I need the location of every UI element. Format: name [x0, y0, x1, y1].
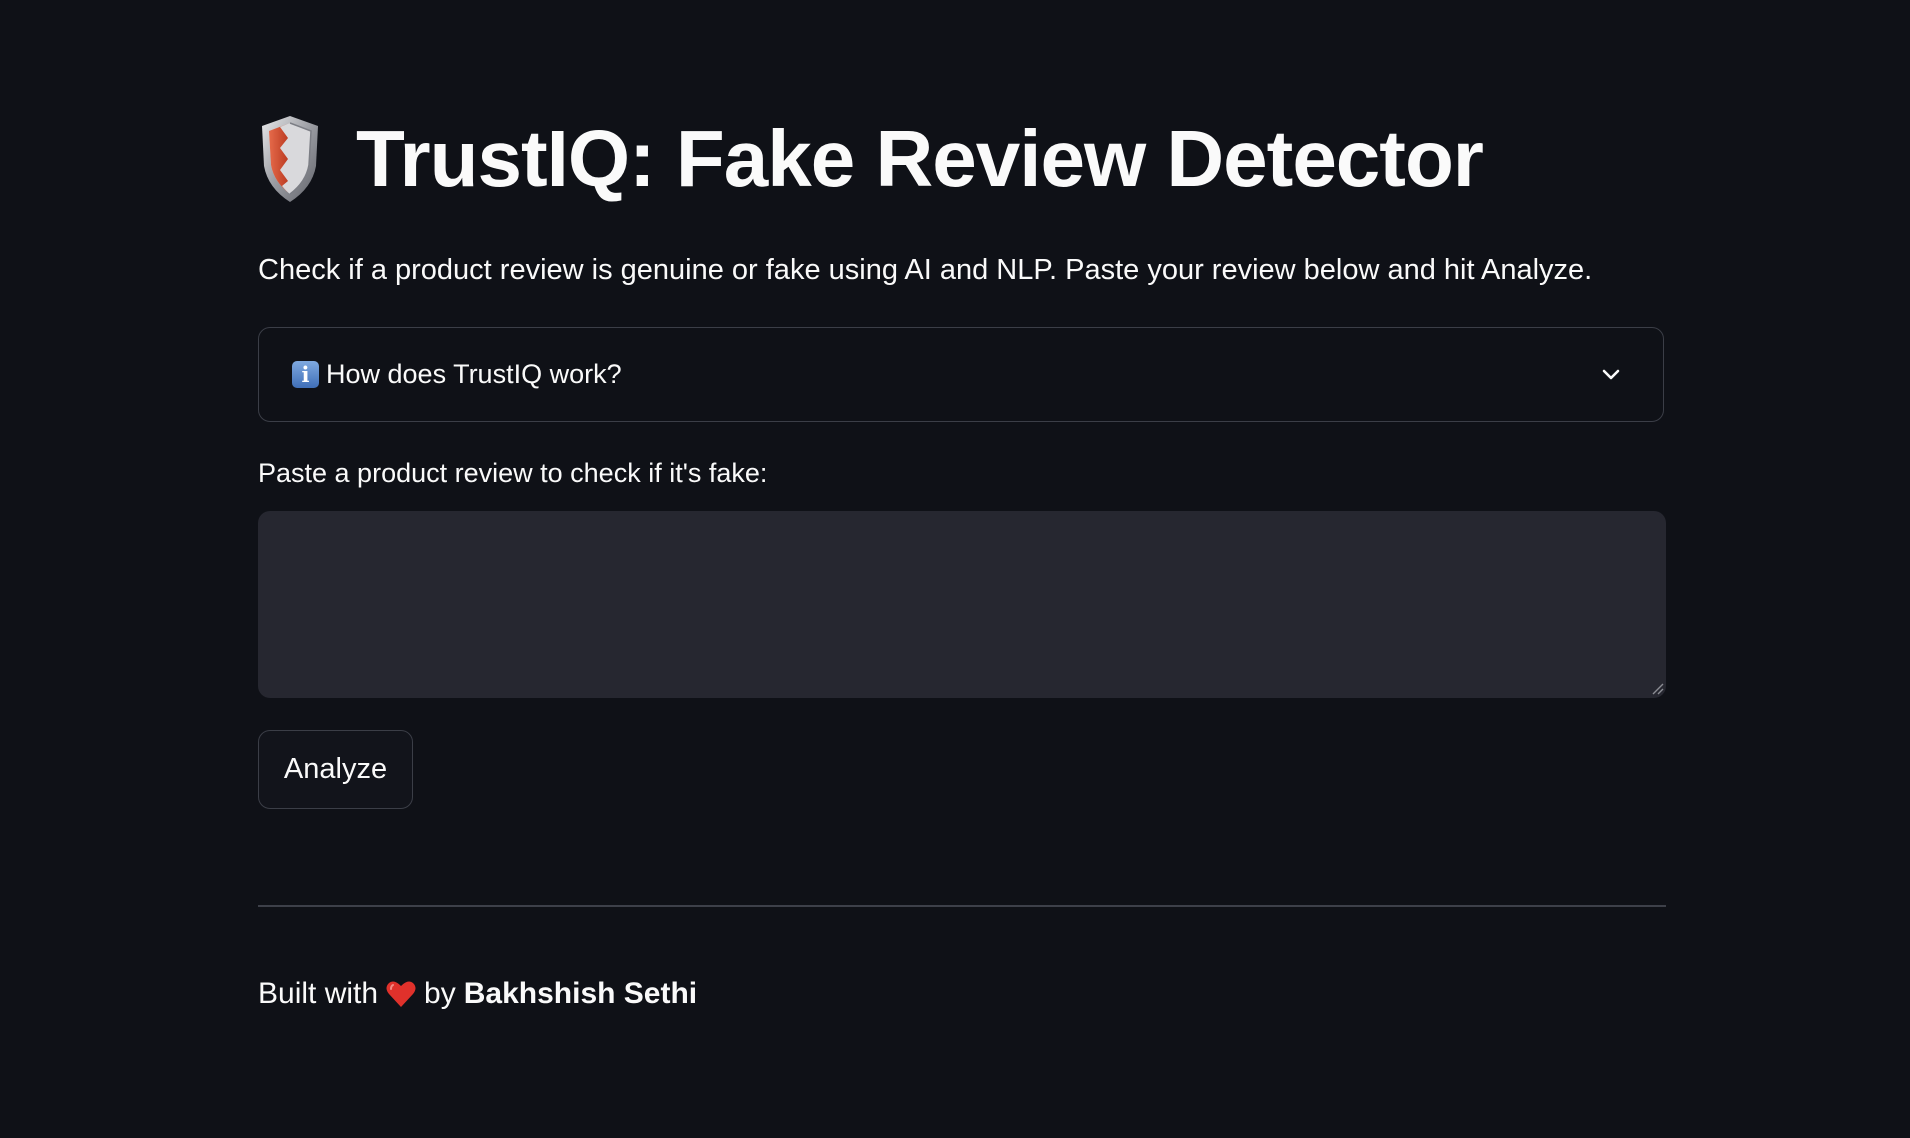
shield-icon — [262, 116, 318, 202]
footer-prefix: Built with — [258, 977, 379, 1010]
review-input-label: Paste a product review to check if it's … — [258, 458, 768, 488]
footer-author: Bakhshish Sethi — [463, 977, 698, 1010]
footer-by: by — [424, 977, 456, 1010]
how-it-works-expander[interactable]: i How does TrustIQ work? — [258, 327, 1664, 422]
page-title: TrustIQ: Fake Review Detector — [356, 114, 1484, 203]
heart-icon — [386, 981, 416, 1007]
info-icon: i — [292, 361, 319, 388]
title-row: TrustIQ: Fake Review Detector — [258, 104, 1484, 214]
resize-grip-icon[interactable] — [1648, 679, 1664, 695]
footer: Built with by Bakhshish Sethi — [258, 977, 697, 1011]
analyze-button[interactable]: Analyze — [258, 730, 413, 809]
app-page: TrustIQ: Fake Review Detector Check if a… — [0, 0, 1910, 1138]
page-subtitle: Check if a product review is genuine or … — [258, 254, 1593, 286]
expander-label: How does TrustIQ work? — [326, 359, 622, 389]
divider — [258, 905, 1666, 907]
chevron-down-icon — [1602, 369, 1620, 380]
review-textarea[interactable] — [258, 511, 1666, 698]
